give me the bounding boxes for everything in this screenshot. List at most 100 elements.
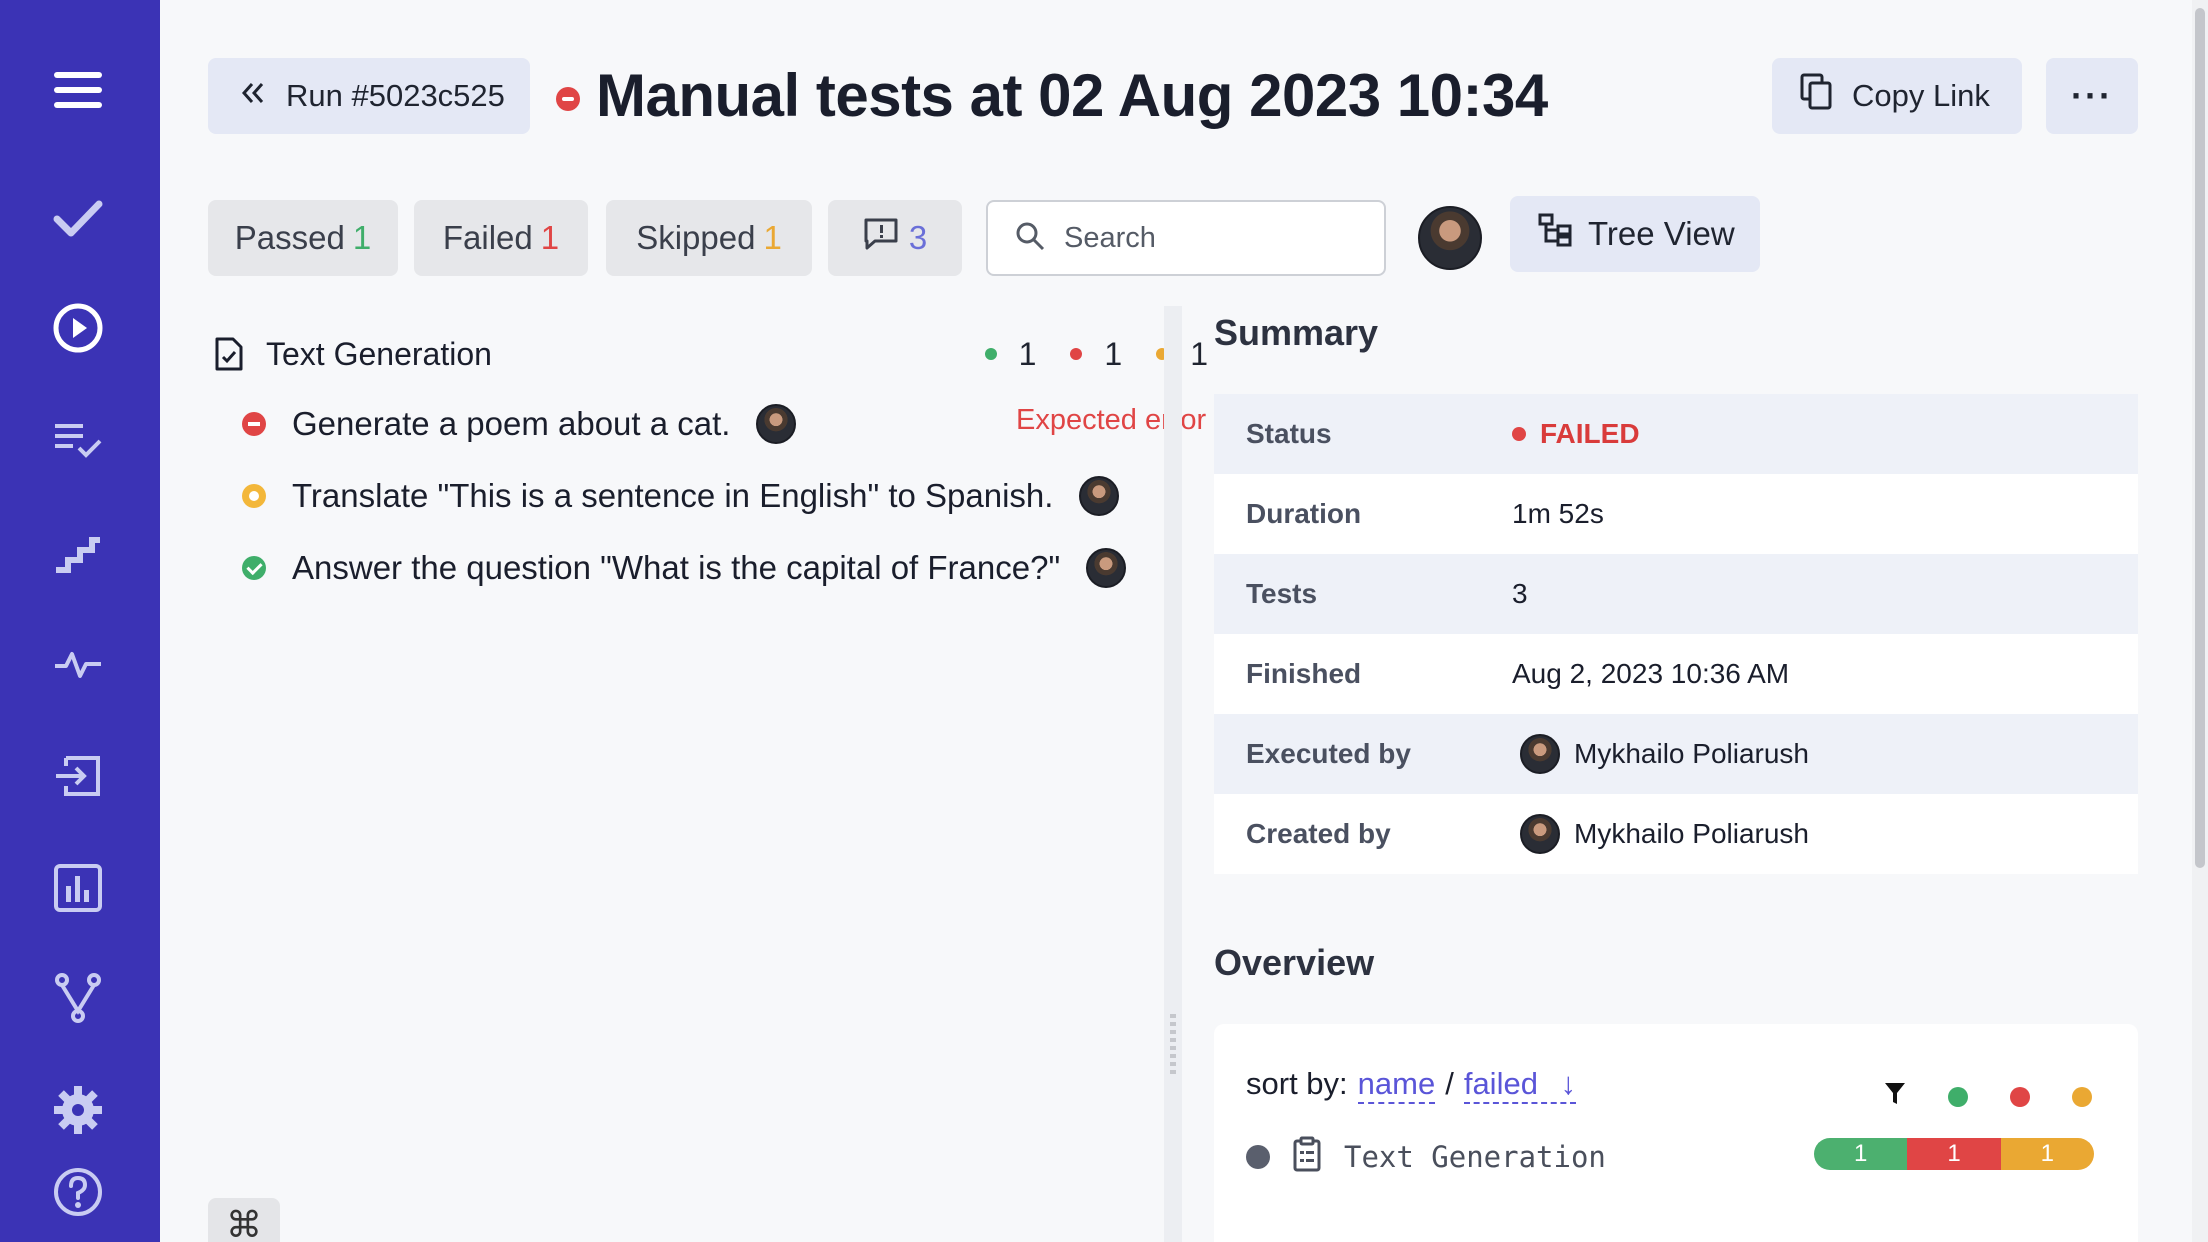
summary-value: 3	[1512, 578, 1528, 609]
summary-key: Finished	[1246, 658, 1362, 689]
suite-status-icon	[1246, 1144, 1270, 1169]
comment-icon	[863, 217, 899, 259]
tree-view-button[interactable]: Tree View	[1510, 196, 1760, 272]
splitter-grip-icon[interactable]	[1170, 1014, 1176, 1076]
overview-suite-row[interactable]: Text Generation	[1246, 1136, 1606, 1177]
summary-key: Duration	[1246, 498, 1362, 529]
sort-controls: sort by: name / failed ↓	[1246, 1066, 1577, 1104]
filter-icon[interactable]	[1884, 1082, 1906, 1111]
command-icon: ⌘	[226, 1204, 262, 1242]
main-content: Run #5023c525 Manual tests at 02 Aug 202…	[160, 0, 2208, 1242]
suite-row[interactable]: Text Generation 1 1 1	[208, 326, 1208, 382]
more-icon: ···	[2071, 75, 2113, 116]
filter-skipped-button[interactable]: Skipped 1	[606, 200, 812, 276]
test-assignee-avatar	[1079, 476, 1120, 516]
help-icon[interactable]	[50, 1164, 106, 1220]
test-title: Answer the question "What is the capital…	[292, 549, 1061, 586]
steps-icon[interactable]	[50, 524, 106, 580]
overview-suite-name: Text Generation	[1344, 1139, 1606, 1174]
search-icon	[1014, 220, 1046, 257]
filter-comments-button[interactable]: 3	[828, 200, 962, 276]
sidebar	[0, 0, 160, 1242]
test-row[interactable]: Generate a poem about a cat.	[242, 396, 797, 452]
check-icon[interactable]	[50, 190, 106, 246]
sort-arrow-down-icon: ↓	[1560, 1066, 1577, 1101]
play-circle-icon[interactable]	[50, 300, 106, 356]
overview-legend	[1884, 1082, 2092, 1111]
user-name: Mykhailo Poliarush	[1574, 738, 1809, 769]
gear-icon[interactable]	[50, 1082, 106, 1138]
test-title: Generate a poem about a cat.	[292, 405, 731, 442]
search-input[interactable]	[1064, 221, 1364, 255]
summary-value: Mykhailo Poliarush	[1512, 734, 1809, 774]
summary-value: Mykhailo Poliarush	[1512, 814, 1809, 854]
copy-link-button[interactable]: Copy Link	[1772, 58, 2022, 134]
overview-status-bar: 1 1 1	[1814, 1138, 2094, 1170]
failed-status-icon	[242, 412, 266, 436]
summary-key: Status	[1246, 418, 1332, 449]
avatar	[1520, 814, 1560, 854]
sort-prefix: sort by:	[1246, 1066, 1348, 1101]
search-field[interactable]	[986, 200, 1386, 276]
user-name: Mykhailo Poliarush	[1574, 818, 1809, 849]
failed-legend-icon[interactable]	[2010, 1086, 2030, 1107]
skipped-legend-icon[interactable]	[2072, 1086, 2092, 1107]
sort-by-failed-link[interactable]: failed ↓	[1463, 1066, 1577, 1104]
summary-row-executed-by: Executed by Mykhailo Poliarush	[1214, 714, 2138, 794]
failed-dot-icon	[1070, 348, 1083, 360]
test-assignee-avatar	[756, 404, 797, 444]
scrollbar-thumb[interactable]	[2195, 8, 2205, 868]
summary-value: Aug 2, 2023 10:36 AM	[1512, 658, 1790, 689]
test-row[interactable]: Answer the question "What is the capital…	[242, 540, 1127, 596]
bar-passed-segment: 1	[1814, 1138, 1908, 1170]
page-scrollbar[interactable]	[2192, 0, 2208, 1242]
test-row[interactable]: Translate "This is a sentence in English…	[242, 468, 1120, 524]
double-chevron-left-icon	[240, 78, 266, 114]
summary-value: 1m 52s	[1512, 498, 1604, 529]
panel-splitter[interactable]	[1164, 306, 1182, 1242]
page-title: Manual tests at 02 Aug 2023 10:34	[596, 62, 1548, 129]
more-options-button[interactable]: ···	[2046, 58, 2138, 134]
command-palette-button[interactable]: ⌘	[208, 1198, 280, 1242]
tree-view-icon	[1538, 213, 1572, 255]
suite-failed-count: 1	[1104, 335, 1123, 372]
summary-row-duration: Duration 1m 52s	[1214, 474, 2138, 554]
filter-failed-label: Failed	[442, 219, 533, 256]
summary-key: Executed by	[1246, 738, 1411, 769]
suite-title: Text Generation	[266, 335, 492, 372]
summary-row-status: Status FAILED	[1214, 394, 2138, 474]
status-value: FAILED	[1512, 418, 1640, 450]
checklist-icon[interactable]	[50, 412, 106, 468]
skipped-status-icon	[242, 484, 266, 508]
chart-icon[interactable]	[50, 860, 106, 916]
summary-row-created-by: Created by Mykhailo Poliarush	[1214, 794, 2138, 874]
summary-row-tests: Tests 3	[1214, 554, 2138, 634]
summary-table: Status FAILED Duration 1m 52s Tests 3 Fi…	[1214, 394, 2138, 874]
filter-comments-count: 3	[908, 219, 928, 256]
pulse-icon[interactable]	[50, 636, 106, 692]
filter-passed-button[interactable]: Passed 1	[208, 200, 398, 276]
import-icon[interactable]	[50, 748, 106, 804]
filter-failed-button[interactable]: Failed 1	[414, 200, 588, 276]
summary-heading: Summary	[1214, 312, 1379, 353]
menu-icon[interactable]	[50, 62, 106, 118]
passed-legend-icon[interactable]	[1948, 1086, 1968, 1107]
user-avatar[interactable]	[1418, 206, 1482, 270]
branch-icon[interactable]	[50, 970, 106, 1026]
overview-heading: Overview	[1214, 942, 1375, 983]
passed-status-icon	[242, 556, 266, 580]
test-assignee-avatar	[1086, 548, 1127, 588]
copy-link-label: Copy Link	[1852, 78, 1990, 113]
filter-failed-count: 1	[540, 219, 560, 256]
test-title: Translate "This is a sentence in English…	[292, 477, 1054, 514]
sort-by-name-link[interactable]: name	[1357, 1066, 1436, 1104]
filter-skipped-count: 1	[763, 219, 782, 256]
clipboard-icon	[1292, 1136, 1322, 1177]
run-label: Run #5023c525	[286, 78, 505, 113]
tree-view-label: Tree View	[1588, 215, 1735, 252]
overview-card: sort by: name / failed ↓ Text Generation…	[1214, 1024, 2138, 1242]
filter-skipped-label: Skipped	[636, 219, 756, 256]
bar-skipped-segment: 1	[2000, 1138, 2094, 1170]
back-to-run-button[interactable]: Run #5023c525	[208, 58, 530, 134]
suite-passed-count: 1	[1018, 335, 1037, 372]
